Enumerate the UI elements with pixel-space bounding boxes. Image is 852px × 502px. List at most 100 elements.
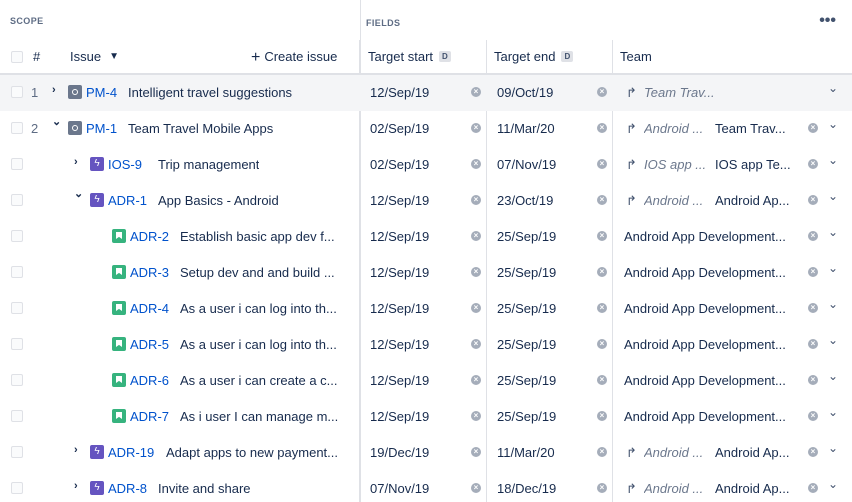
- chevron-down-icon[interactable]: ⌄: [828, 369, 840, 383]
- table-row[interactable]: ADR-3 Setup dev and and build ... 12/Sep/1…: [0, 255, 852, 291]
- chevron-down-icon[interactable]: ⌄: [828, 477, 840, 491]
- team-header[interactable]: Team: [620, 40, 652, 73]
- table-row[interactable]: ADR-5 As a user i can log into th... 12/Se…: [0, 327, 852, 363]
- target-end-value[interactable]: 25/Sep/19: [497, 229, 556, 244]
- clear-icon[interactable]: ×: [597, 231, 607, 241]
- row-checkbox[interactable]: [11, 446, 23, 458]
- clear-icon[interactable]: ×: [471, 267, 481, 277]
- clear-icon[interactable]: ×: [808, 303, 818, 313]
- target-end-value[interactable]: 25/Sep/19: [497, 337, 556, 352]
- clear-icon[interactable]: ×: [471, 195, 481, 205]
- issue-summary[interactable]: App Basics - Android: [158, 193, 279, 208]
- clear-icon[interactable]: ×: [597, 483, 607, 493]
- chevron-down-icon[interactable]: ⌄: [828, 405, 840, 419]
- chevron-down-icon[interactable]: ⌄: [52, 115, 61, 128]
- clear-icon[interactable]: ×: [597, 195, 607, 205]
- team-value[interactable]: IOS app Te...: [715, 157, 790, 172]
- row-checkbox[interactable]: [11, 86, 23, 98]
- issue-summary[interactable]: Adapt apps to new payment...: [166, 445, 338, 460]
- clear-icon[interactable]: ×: [808, 411, 818, 421]
- clear-icon[interactable]: ×: [597, 339, 607, 349]
- table-row[interactable]: ADR-6 As a user i can create a c... 12/Sep…: [0, 363, 852, 399]
- chevron-down-icon[interactable]: ⌄: [828, 117, 840, 131]
- clear-icon[interactable]: ×: [597, 159, 607, 169]
- target-end-value[interactable]: 11/Mar/20: [497, 445, 555, 460]
- target-end-value[interactable]: 25/Sep/19: [497, 409, 556, 424]
- issue-summary[interactable]: As a user i can log into th...: [180, 301, 337, 316]
- chevron-down-icon[interactable]: ⌄: [828, 297, 840, 311]
- target-start-value[interactable]: 12/Sep/19: [370, 373, 429, 388]
- table-row[interactable]: › ϟ ADR-19 Adapt apps to new payment... 19/D…: [0, 435, 852, 471]
- target-start-header[interactable]: Target start D: [368, 40, 451, 73]
- table-row[interactable]: 1 › PM-4 Intelligent travel suggestions 12/S…: [0, 75, 852, 111]
- row-checkbox[interactable]: [11, 410, 23, 422]
- issue-summary[interactable]: As a user i can log into th...: [180, 337, 337, 352]
- clear-icon[interactable]: ×: [808, 375, 818, 385]
- clear-icon[interactable]: ×: [597, 303, 607, 313]
- table-row[interactable]: ADR-7 As i user I can manage m... 12/Sep/1…: [0, 399, 852, 435]
- row-checkbox[interactable]: [11, 482, 23, 494]
- clear-icon[interactable]: ×: [471, 303, 481, 313]
- target-start-value[interactable]: 07/Nov/19: [370, 481, 429, 496]
- issue-summary[interactable]: Establish basic app dev f...: [180, 229, 335, 244]
- clear-icon[interactable]: ×: [471, 483, 481, 493]
- chevron-right-icon[interactable]: ›: [74, 156, 78, 168]
- row-checkbox[interactable]: [11, 338, 23, 350]
- clear-icon[interactable]: ×: [808, 483, 818, 493]
- issue-summary[interactable]: Invite and share: [158, 481, 251, 496]
- issue-key-link[interactable]: ADR-4: [130, 301, 169, 316]
- chevron-right-icon[interactable]: ›: [74, 444, 78, 456]
- create-issue-button[interactable]: + Create issue: [251, 40, 337, 73]
- chevron-down-icon[interactable]: ⌄: [828, 261, 840, 275]
- row-checkbox[interactable]: [11, 374, 23, 386]
- team-value[interactable]: Android App Development...: [624, 265, 786, 280]
- issue-summary[interactable]: As i user I can manage m...: [180, 409, 338, 424]
- target-end-value[interactable]: 18/Dec/19: [497, 481, 556, 496]
- clear-icon[interactable]: ×: [471, 87, 481, 97]
- table-row[interactable]: › ϟ ADR-8 Invite and share 07/Nov/19 × 18/Dec/…: [0, 471, 852, 502]
- target-end-value[interactable]: 23/Oct/19: [497, 193, 553, 208]
- table-row[interactable]: ADR-4 As a user i can log into th... 12/Se…: [0, 291, 852, 327]
- team-value[interactable]: Android App Development...: [624, 373, 786, 388]
- issue-key-link[interactable]: IOS-9: [108, 157, 142, 172]
- clear-icon[interactable]: ×: [597, 123, 607, 133]
- team-value[interactable]: Android App Development...: [624, 301, 786, 316]
- row-checkbox[interactable]: [11, 194, 23, 206]
- table-row[interactable]: ⌄ ϟ ADR-1 App Basics - Android 12/Sep/19 × 23/…: [0, 183, 852, 219]
- issue-key-link[interactable]: PM-4: [86, 85, 117, 100]
- clear-icon[interactable]: ×: [597, 411, 607, 421]
- issue-summary[interactable]: Team Travel Mobile Apps: [128, 121, 273, 136]
- team-value[interactable]: Android App Development...: [624, 229, 786, 244]
- chevron-down-icon[interactable]: ⌄: [828, 225, 840, 239]
- chevron-down-icon[interactable]: ⌄: [828, 189, 840, 203]
- clear-icon[interactable]: ×: [471, 123, 481, 133]
- issue-key-link[interactable]: ADR-6: [130, 373, 169, 388]
- clear-icon[interactable]: ×: [471, 375, 481, 385]
- chevron-right-icon[interactable]: ›: [52, 84, 56, 96]
- clear-icon[interactable]: ×: [808, 195, 818, 205]
- row-checkbox[interactable]: [11, 302, 23, 314]
- target-start-value[interactable]: 02/Sep/19: [370, 121, 429, 136]
- select-all-checkbox[interactable]: [11, 40, 23, 73]
- team-value[interactable]: Android Ap...: [715, 481, 789, 496]
- row-checkbox[interactable]: [11, 230, 23, 242]
- team-value[interactable]: Team Trav...: [715, 121, 786, 136]
- chevron-down-icon[interactable]: ⌄: [828, 333, 840, 347]
- target-end-value[interactable]: 25/Sep/19: [497, 301, 556, 316]
- clear-icon[interactable]: ×: [808, 267, 818, 277]
- target-start-value[interactable]: 12/Sep/19: [370, 85, 429, 100]
- clear-icon[interactable]: ×: [808, 159, 818, 169]
- target-start-value[interactable]: 12/Sep/19: [370, 229, 429, 244]
- target-end-value[interactable]: 09/Oct/19: [497, 85, 553, 100]
- issue-summary[interactable]: Setup dev and and build ...: [180, 265, 335, 280]
- team-value[interactable]: Android App Development...: [624, 409, 786, 424]
- team-value[interactable]: Android App Development...: [624, 337, 786, 352]
- clear-icon[interactable]: ×: [471, 231, 481, 241]
- issue-summary[interactable]: Intelligent travel suggestions: [128, 85, 292, 100]
- chevron-right-icon[interactable]: ›: [74, 480, 78, 492]
- target-end-value[interactable]: 25/Sep/19: [497, 265, 556, 280]
- clear-icon[interactable]: ×: [597, 87, 607, 97]
- issue-key-link[interactable]: ADR-8: [108, 481, 147, 496]
- table-row[interactable]: ADR-2 Establish basic app dev f... 12/Sep/…: [0, 219, 852, 255]
- issue-key-link[interactable]: ADR-2: [130, 229, 169, 244]
